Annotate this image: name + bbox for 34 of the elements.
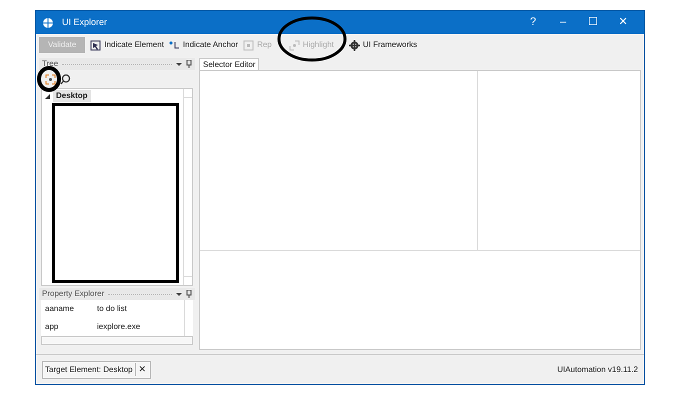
pin-icon [186,60,192,68]
close-button[interactable]: ✕ [134,362,150,376]
property-name: app [45,321,60,333]
target-label: Target Element: Desktop [44,364,134,376]
dropdown-icon [176,62,182,66]
toolbar-button[interactable]: Indicate Anchor [168,37,238,53]
scrollbar[interactable] [183,89,192,285]
minimize-button[interactable]: – [548,14,578,31]
cursor-box-icon [90,40,102,50]
square-icon [243,40,254,50]
window-title: UI Explorer [62,16,108,29]
maximize-button[interactable]: ☐ [578,14,608,31]
anchor-point-icon [168,40,180,50]
property-name: aaname [45,303,75,315]
annotation-circle [37,66,61,92]
help-button[interactable]: ? [518,14,548,31]
property-value: to do list [97,303,127,315]
tree-item[interactable]: Desktop [53,90,91,102]
toolbar-button[interactable]: Indicate Element [90,37,164,53]
property-value: iexplore.exe [97,321,140,333]
globe-icon [42,16,54,28]
scrollbar[interactable] [41,336,193,345]
dropdown-icon [176,292,182,296]
toolbar-button[interactable]: UI Frameworks [348,37,418,53]
pin-icon [186,290,192,298]
tab[interactable]: Selector Editor [199,58,260,70]
panel-title: Property Explorer [42,288,104,300]
corners-icon [288,40,300,50]
version-label: UIAutomation v19.11.2 [557,364,638,376]
annotation-circle [277,16,347,62]
close-button[interactable]: ✕ [608,14,638,31]
target-icon [45,74,56,84]
search-icon [60,74,71,84]
panel-title: Tree [42,58,58,70]
